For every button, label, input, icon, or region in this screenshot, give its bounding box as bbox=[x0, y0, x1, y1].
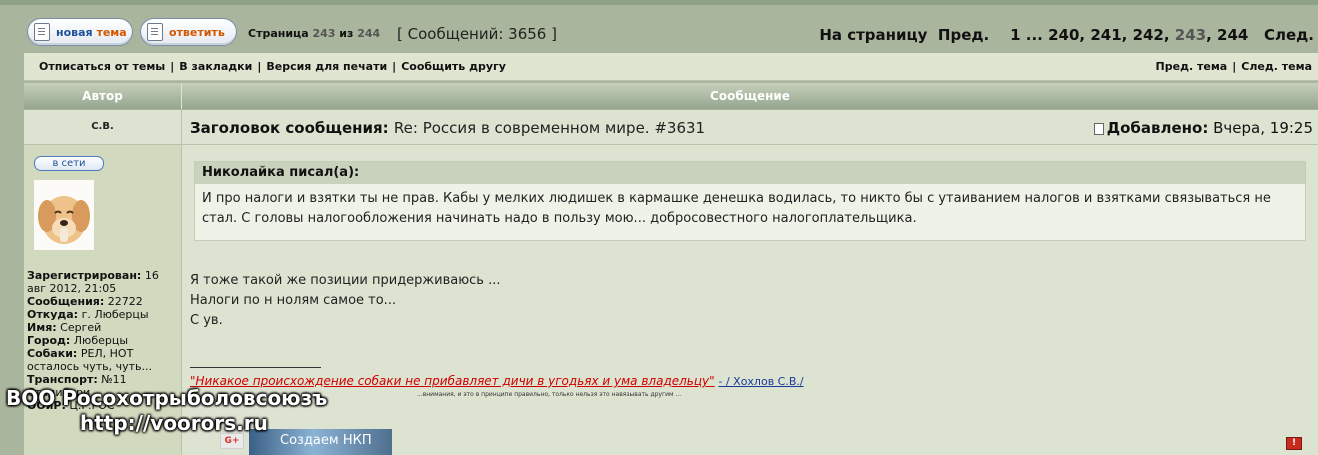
pagination-page-link[interactable]: 240 bbox=[1048, 26, 1079, 44]
separator: | bbox=[170, 60, 175, 73]
reply-button[interactable]: ответить bbox=[140, 18, 237, 46]
profile-field: Сообщения: 22722 bbox=[27, 295, 177, 308]
profile-field-value: 22722 bbox=[107, 295, 143, 308]
pagination-page-link[interactable]: 1 bbox=[1010, 26, 1020, 44]
pagination-ellipsis: ... bbox=[1025, 26, 1043, 44]
quote-block: Николайка писал(а): И про налоги и взятк… bbox=[194, 161, 1306, 241]
signature-banner[interactable]: Создаем НКП bbox=[249, 429, 392, 455]
profile-field-label: Зарегистрирован: bbox=[27, 269, 142, 282]
action-bar: новая тема ответить Страница 243 из 244 … bbox=[0, 5, 1318, 53]
post-text-line: С ув. bbox=[190, 313, 223, 328]
profile-field-value: №11 bbox=[101, 373, 127, 386]
page-of: из bbox=[339, 27, 354, 40]
post-body-column: Николайка писал(а): И про налоги и взятк… bbox=[182, 145, 1318, 455]
author-profile-column: в сети Зарегистрирован: 16 авг 2012, 21:… bbox=[24, 145, 182, 455]
unsubscribe-link[interactable]: Отписаться от темы bbox=[39, 60, 165, 73]
messages-count: [ Сообщений: 3656 ] bbox=[397, 25, 557, 43]
author-column-header: Автор bbox=[24, 83, 182, 109]
document-icon bbox=[147, 23, 163, 41]
separator: | bbox=[392, 60, 397, 73]
dog-avatar-icon bbox=[34, 180, 94, 250]
pagination-page-link[interactable]: 244 bbox=[1217, 26, 1248, 44]
profile-field: Имя: Сергей bbox=[27, 321, 177, 334]
avatar bbox=[34, 180, 94, 250]
post-text: Я тоже такой же позиции придерживаюсь ..… bbox=[190, 271, 501, 331]
profile-field: ООиР: Ц.Р.РОС bbox=[27, 399, 177, 412]
profile-field-value: Сергей bbox=[60, 321, 102, 334]
separator: | bbox=[1232, 60, 1237, 73]
pagination: На страницу Пред. 1 ... 240, 241, 242, 2… bbox=[819, 26, 1314, 44]
post-author-name[interactable]: С.В. bbox=[24, 110, 182, 144]
signature-quote-link[interactable]: "Никакое происхождение собаки не прибавл… bbox=[190, 374, 715, 388]
posts-table-header: Автор Сообщение bbox=[24, 83, 1318, 109]
prev-topic-link[interactable]: Пред. тема bbox=[1156, 60, 1228, 73]
profile-field: Город: Люберцы bbox=[27, 334, 177, 347]
pagination-page-link[interactable]: 241 bbox=[1090, 26, 1121, 44]
signature: "Никакое происхождение собаки не прибавл… bbox=[190, 374, 804, 388]
profile-field-label: Откуда: bbox=[27, 308, 79, 321]
pagination-page-link[interactable]: 242 bbox=[1133, 26, 1164, 44]
post-date: Добавлено: Вчера, 19:25 bbox=[1093, 119, 1313, 137]
post-text-line: Я тоже такой же позиции придерживаюсь ..… bbox=[190, 273, 501, 288]
profile-field-label: Имя: bbox=[27, 321, 57, 334]
quote-header: Николайка писал(а): bbox=[195, 162, 1305, 184]
profile-field-label: Сообщения: bbox=[27, 295, 105, 308]
quote-text: И про налоги и взятки ты не прав. Кабы у… bbox=[202, 191, 1271, 226]
reply-label: ответить bbox=[169, 25, 225, 39]
profile-field-label: Город: bbox=[27, 334, 71, 347]
profile-field-value: Люберцы bbox=[73, 334, 129, 347]
banner-text: Создаем НКП bbox=[280, 433, 372, 448]
separator: | bbox=[257, 60, 262, 73]
profile-field-value: Стадибари bbox=[27, 386, 91, 399]
signature-divider bbox=[190, 367, 321, 368]
added-label: Добавлено: bbox=[1106, 119, 1209, 137]
new-topic-label-prefix: новая bbox=[56, 25, 93, 39]
profile-field-label: Транспорт: bbox=[27, 373, 98, 386]
post-subject: Заголовок сообщения: Re: Россия в соврем… bbox=[190, 119, 705, 137]
pagination-label: На страницу bbox=[819, 26, 928, 44]
page-word: Страница bbox=[248, 27, 309, 40]
subject-value: Re: Россия в современном мире. #3631 bbox=[393, 119, 706, 137]
pagination-current-page: 243 bbox=[1174, 26, 1207, 44]
profile-field-value: г. Люберцы bbox=[81, 308, 149, 321]
author-profile-details: Зарегистрирован: 16 авг 2012, 21:05 Сооб… bbox=[27, 269, 177, 412]
next-topic-link[interactable]: След. тема bbox=[1241, 60, 1312, 73]
page-total: 244 bbox=[357, 27, 381, 40]
post-header-row: С.В. Заголовок сообщения: Re: Россия в с… bbox=[24, 110, 1318, 145]
added-value: Вчера, 19:25 bbox=[1213, 119, 1313, 137]
post-text-line: Налоги по н нолям самое то... bbox=[190, 293, 397, 308]
print-version-link[interactable]: Версия для печати bbox=[266, 60, 387, 73]
page-current: 243 bbox=[312, 27, 336, 40]
signature-small-text: ...внимания, и это в принципе правильно,… bbox=[417, 391, 682, 398]
subject-label: Заголовок сообщения: bbox=[190, 119, 389, 137]
tell-friend-link[interactable]: Сообщить другу bbox=[401, 60, 506, 73]
report-post-icon[interactable]: ! bbox=[1286, 437, 1302, 450]
new-topic-button[interactable]: новая тема bbox=[27, 18, 133, 46]
pagination-next-link[interactable]: След. bbox=[1264, 26, 1314, 44]
new-topic-label-suffix: тема bbox=[96, 25, 127, 39]
profile-field: Откуда: г. Люберцы bbox=[27, 308, 177, 321]
profile-field-value: Ц.Р.РОС bbox=[69, 399, 115, 412]
online-status-badge: в сети bbox=[34, 156, 104, 171]
post-link-icon[interactable] bbox=[1093, 122, 1104, 135]
profile-field: Собаки: РЕЛ, НОТ осталось чуть, чуть... bbox=[27, 347, 177, 373]
google-plus-button[interactable]: G+ bbox=[220, 433, 244, 449]
profile-field-label: ООиР: bbox=[27, 399, 66, 412]
pagination-prev-link[interactable]: Пред. bbox=[938, 26, 989, 44]
document-icon bbox=[34, 23, 50, 41]
profile-field: Стадибари bbox=[27, 386, 177, 399]
profile-field-label: Собаки: bbox=[27, 347, 78, 360]
profile-field: Транспорт: №11 bbox=[27, 373, 177, 386]
message-column-header: Сообщение bbox=[710, 89, 790, 103]
profile-field: Зарегистрирован: 16 авг 2012, 21:05 bbox=[27, 269, 177, 295]
signature-author-link[interactable]: - / Хохлов С.В./ bbox=[718, 375, 803, 388]
bookmarks-link[interactable]: В закладки bbox=[179, 60, 252, 73]
topic-links-bar: Отписаться от темы | В закладки | Версия для… bbox=[24, 53, 1318, 81]
page-indicator: Страница 243 из 244 bbox=[248, 27, 380, 40]
